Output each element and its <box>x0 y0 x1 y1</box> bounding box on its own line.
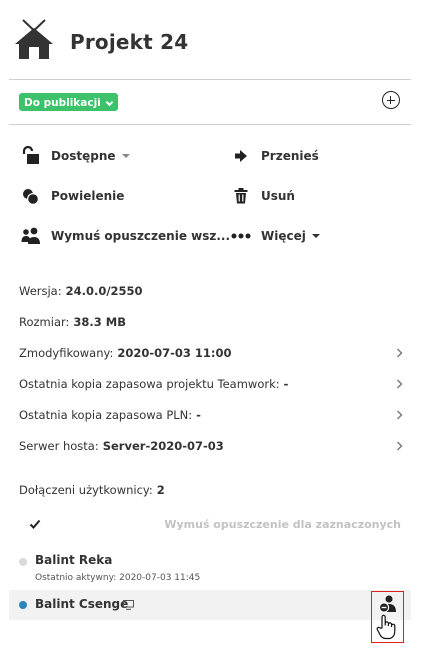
more-dots-icon <box>231 226 251 246</box>
host-server-row[interactable]: Serwer hosta: Server-2020-07-03 <box>19 436 411 456</box>
size-row: Rozmiar: 38.3 MB <box>19 312 411 332</box>
info-label: Ostatnia kopia zapasowa PLN: <box>19 408 193 422</box>
availability-dropdown[interactable]: Dostępne <box>21 145 130 167</box>
users-icon <box>21 226 41 246</box>
divider <box>9 79 411 80</box>
page-title: Projekt 24 <box>70 30 189 54</box>
user-status-dot <box>19 558 27 566</box>
delete-button[interactable]: Usuń <box>231 185 295 207</box>
info-label: Rozmiar: <box>19 315 70 329</box>
move-label: Przenieś <box>261 149 319 163</box>
hand-cursor-icon <box>376 614 396 640</box>
info-value: - <box>196 408 201 422</box>
pln-backup-row[interactable]: Ostatnia kopia zapasowa PLN: - <box>19 405 411 425</box>
availability-label: Dostępne <box>51 149 116 163</box>
chevron-right-icon <box>397 410 403 420</box>
chevron-right-icon <box>397 348 403 358</box>
force-leave-all-label: Wymuś opuszczenie wsz... <box>51 229 231 243</box>
joined-users-label: Dołączeni użytkownicy: <box>19 483 153 497</box>
user-last-active: Ostatnio aktywny: 2020-07-03 11:45 <box>35 573 201 583</box>
project-panel: Projekt 24 Do publikacji Dostępne Przeni… <box>9 0 411 653</box>
info-value: 38.3 MB <box>73 315 126 329</box>
info-value: 2020-07-03 11:00 <box>117 346 232 360</box>
duplicate-label: Powielenie <box>51 189 125 203</box>
chevron-down-icon <box>105 100 114 106</box>
modified-row[interactable]: Zmodyfikowany: 2020-07-03 11:00 <box>19 343 411 363</box>
house-icon <box>15 19 53 59</box>
info-value: - <box>283 377 289 391</box>
arrow-right-icon <box>231 146 251 166</box>
user-name: Balint Csenge <box>35 597 129 611</box>
version-row: Wersja: 24.0.0/2550 <box>19 281 411 301</box>
chevron-right-icon <box>397 441 403 451</box>
plus-circle-icon[interactable] <box>382 91 400 109</box>
info-value: Server-2020-07-03 <box>102 439 224 453</box>
user-row[interactable]: Balint Csenge <box>9 590 411 620</box>
force-leave-all-button[interactable]: Wymuś opuszczenie wsz... <box>21 225 230 247</box>
status-label: Do publikacji <box>24 97 101 109</box>
duplicate-button[interactable]: Powielenie <box>21 185 124 207</box>
checkmark-icon[interactable] <box>29 518 41 530</box>
delete-label: Usuń <box>261 189 295 203</box>
user-remove-icon <box>378 595 396 613</box>
info-label: Zmodyfikowany: <box>19 346 114 360</box>
caret-down-icon <box>311 234 320 238</box>
info-value: 24.0.0/2550 <box>65 284 143 298</box>
joined-users-count: 2 <box>156 483 165 497</box>
joined-users-row: Dołączeni użytkownicy: 2 <box>19 480 411 500</box>
more-dropdown[interactable]: Więcej <box>231 225 320 247</box>
duplicate-icon <box>21 186 41 206</box>
user-status-dot <box>19 601 27 609</box>
chevron-right-icon <box>397 379 403 389</box>
divider <box>9 124 411 125</box>
move-button[interactable]: Przenieś <box>231 145 319 167</box>
monitor-icon <box>123 600 134 610</box>
unlock-icon <box>21 146 41 166</box>
more-label: Więcej <box>261 229 306 243</box>
info-label: Ostatnia kopia zapasowa projektu Teamwor… <box>19 377 280 391</box>
teamwork-backup-row[interactable]: Ostatnia kopia zapasowa projektu Teamwor… <box>19 374 411 394</box>
project-header: Projekt 24 <box>9 14 411 74</box>
trash-icon <box>231 186 251 206</box>
caret-down-icon <box>121 154 130 158</box>
kick-user-button[interactable] <box>371 591 404 643</box>
status-dropdown[interactable]: Do publikacji <box>19 93 118 111</box>
force-leave-selected-button[interactable]: Wymuś opuszczenie dla zaznaczonych <box>164 518 401 531</box>
info-label: Serwer hosta: <box>19 439 99 453</box>
user-name: Balint Reka <box>35 553 113 567</box>
user-row[interactable]: Balint Reka Ostatnio aktywny: 2020-07-03… <box>9 548 411 588</box>
info-label: Wersja: <box>19 284 62 298</box>
